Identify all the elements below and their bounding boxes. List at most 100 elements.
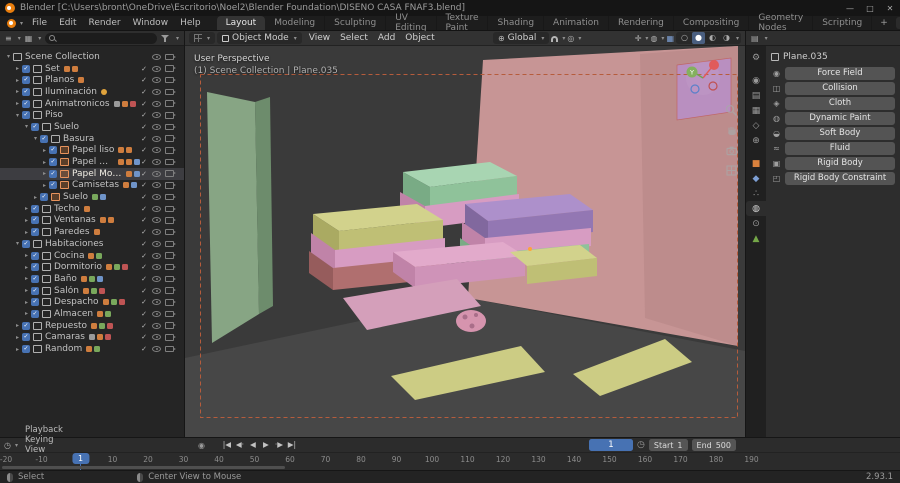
expand-arrow-icon[interactable]: ▸ [13, 100, 22, 107]
disable-in-render-camera-icon[interactable] [165, 147, 176, 154]
pink-blob-object[interactable] [456, 310, 486, 332]
expand-arrow-icon[interactable]: ▾ [13, 240, 22, 247]
selectable-checkbox[interactable]: ✓ [140, 135, 148, 143]
selectable-checkbox[interactable]: ✓ [140, 228, 148, 236]
timeline-menu-keying[interactable]: Keying [20, 435, 68, 445]
properties-tab-modifiers[interactable]: ◆ [746, 171, 766, 186]
menu-edit[interactable]: Edit [53, 16, 82, 30]
outliner-item-camaras[interactable]: ▸ ✓ Camaras ✓ [0, 332, 184, 344]
outliner-item-basura[interactable]: ▾ ✓ Basura ✓ [0, 133, 184, 145]
app-menu-button[interactable]: ▾ [0, 16, 26, 30]
frame-start-field[interactable]: Start 1 [648, 439, 688, 451]
expand-arrow-icon[interactable]: ▸ [13, 65, 22, 72]
scene-selector[interactable]: ▣ Scene ✕ [895, 17, 900, 29]
selectable-checkbox[interactable]: ✓ [140, 333, 148, 341]
menu-render[interactable]: Render [83, 16, 127, 30]
hide-in-viewport-eye-icon[interactable] [152, 182, 161, 189]
outliner-item-random[interactable]: ▸ ✓ Random ✓ [0, 343, 184, 355]
workspace-tab-uv-editing[interactable]: UV Editing [386, 13, 437, 33]
workspace-tab-sculpting[interactable]: Sculpting [325, 16, 387, 30]
expand-arrow-icon[interactable]: ▾ [22, 123, 31, 130]
exclude-checkbox[interactable]: ✓ [22, 111, 30, 120]
outliner-editor-type-icon[interactable]: ≡ [5, 34, 12, 43]
disable-in-render-camera-icon[interactable] [165, 112, 176, 119]
hide-in-viewport-eye-icon[interactable] [152, 170, 161, 177]
outliner-item-set[interactable]: ▸ ✓ Set ✓ [0, 63, 184, 75]
outliner-item-almacen[interactable]: ▸ ✓ Almacen ✓ [0, 308, 184, 320]
properties-tab-particles[interactable]: ∴ [746, 186, 766, 201]
maximize-button[interactable]: □ [860, 4, 880, 13]
expand-arrow-icon[interactable]: ▸ [22, 275, 31, 282]
outliner-item-despacho[interactable]: ▸ ✓ Despacho ✓ [0, 296, 184, 308]
properties-tab-scene[interactable]: ◇ [746, 118, 766, 133]
selectable-checkbox[interactable]: ✓ [140, 298, 148, 306]
search-input[interactable] [58, 33, 153, 43]
selectable-checkbox[interactable]: ✓ [140, 65, 148, 73]
selectable-checkbox[interactable]: ✓ [140, 123, 148, 131]
disable-in-render-camera-icon[interactable] [165, 299, 176, 306]
selectable-checkbox[interactable]: ✓ [140, 310, 148, 318]
hide-in-viewport-eye-icon[interactable] [152, 322, 161, 329]
disable-in-render-camera-icon[interactable] [165, 65, 176, 72]
expand-arrow-icon[interactable]: ▸ [40, 147, 49, 154]
outliner-search[interactable] [45, 32, 157, 44]
exclude-checkbox[interactable]: ✓ [22, 333, 30, 342]
expand-arrow-icon[interactable]: ▸ [22, 252, 31, 259]
selectable-checkbox[interactable]: ✓ [140, 193, 148, 201]
snap-magnet-icon[interactable] [551, 36, 559, 42]
outliner-item-paredes[interactable]: ▸ ✓ Paredes ✓ [0, 226, 184, 238]
workspace-tab-geometry-nodes[interactable]: Geometry Nodes [749, 13, 814, 33]
left-wall[interactable] [207, 92, 259, 343]
outliner-item-dormitorio[interactable]: ▸ ✓ Dormitorio ✓ [0, 261, 184, 273]
exclude-checkbox[interactable]: ✓ [31, 298, 39, 307]
hide-in-viewport-eye-icon[interactable] [152, 229, 161, 236]
selectable-checkbox[interactable]: ✓ [140, 263, 148, 271]
current-frame-field[interactable]: 1 [589, 439, 634, 451]
outliner-item-habitaciones[interactable]: ▾ ✓ Habitaciones ✓ [0, 238, 184, 250]
disable-in-render-camera-icon[interactable] [165, 334, 176, 341]
selectable-checkbox[interactable]: ✓ [140, 216, 148, 224]
preview-range-clock-icon[interactable]: ◷ [637, 440, 645, 450]
expand-arrow-icon[interactable]: ▸ [22, 287, 31, 294]
selectable-checkbox[interactable]: ✓ [140, 181, 148, 189]
outliner-item-ventanas[interactable]: ▸ ✓ Ventanas ✓ [0, 215, 184, 227]
jump-to-start-button[interactable]: |◀ [221, 439, 233, 451]
exclude-checkbox[interactable]: ✓ [31, 286, 39, 295]
navigation-gizmo[interactable]: Y [681, 56, 725, 100]
hide-in-viewport-eye-icon[interactable] [152, 100, 161, 107]
hide-in-viewport-eye-icon[interactable] [152, 135, 161, 142]
toggle-xray-icon[interactable]: ▦ [666, 34, 674, 43]
hide-in-viewport-eye-icon[interactable] [152, 53, 161, 60]
rigid-body-button[interactable]: Rigid Body [785, 157, 895, 170]
outliner-item-iluminacion[interactable]: ▸ ✓ Iluminación ✓ [0, 86, 184, 98]
selectable-checkbox[interactable]: ✓ [140, 252, 148, 260]
outliner-item-scene-collection[interactable]: ▾ Scene Collection [0, 51, 184, 63]
workspace-tab-modeling[interactable]: Modeling [265, 16, 326, 30]
disable-in-render-camera-icon[interactable] [165, 135, 176, 142]
exclude-checkbox[interactable]: ✓ [22, 64, 30, 73]
viewport-menu-add[interactable]: Add [373, 33, 400, 43]
properties-tab-render[interactable]: ◉ [746, 73, 766, 88]
expand-arrow-icon[interactable]: ▸ [40, 159, 49, 166]
transform-orientation-dropdown[interactable]: ⊕ Global ▾ [492, 32, 550, 44]
timeline-scrollbar[interactable] [2, 466, 285, 469]
cloth-button[interactable]: Cloth [785, 97, 895, 110]
disable-in-render-camera-icon[interactable] [165, 182, 176, 189]
menu-file[interactable]: File [26, 16, 53, 30]
viewport-menu-object[interactable]: Object [400, 33, 439, 43]
outliner-item-cocina[interactable]: ▸ ✓ Cocina ✓ [0, 250, 184, 262]
selectable-checkbox[interactable]: ✓ [140, 76, 148, 84]
hide-in-viewport-eye-icon[interactable] [152, 275, 161, 282]
previous-keyframe-button[interactable]: ◀· [234, 439, 246, 451]
expand-arrow-icon[interactable]: ▸ [22, 229, 31, 236]
selectable-checkbox[interactable]: ✓ [140, 170, 148, 178]
properties-tab-world[interactable]: ⊕ [746, 133, 766, 148]
expand-arrow-icon[interactable]: ▸ [31, 194, 40, 201]
hide-in-viewport-eye-icon[interactable] [152, 240, 161, 247]
outliner-item-techo[interactable]: ▸ ✓ Techo ✓ [0, 203, 184, 215]
hide-in-viewport-eye-icon[interactable] [152, 147, 161, 154]
viewport-menu-view[interactable]: View [304, 33, 335, 43]
hide-in-viewport-eye-icon[interactable] [152, 194, 161, 201]
expand-arrow-icon[interactable]: ▸ [13, 322, 22, 329]
jump-to-end-button[interactable]: ▶| [286, 439, 298, 451]
